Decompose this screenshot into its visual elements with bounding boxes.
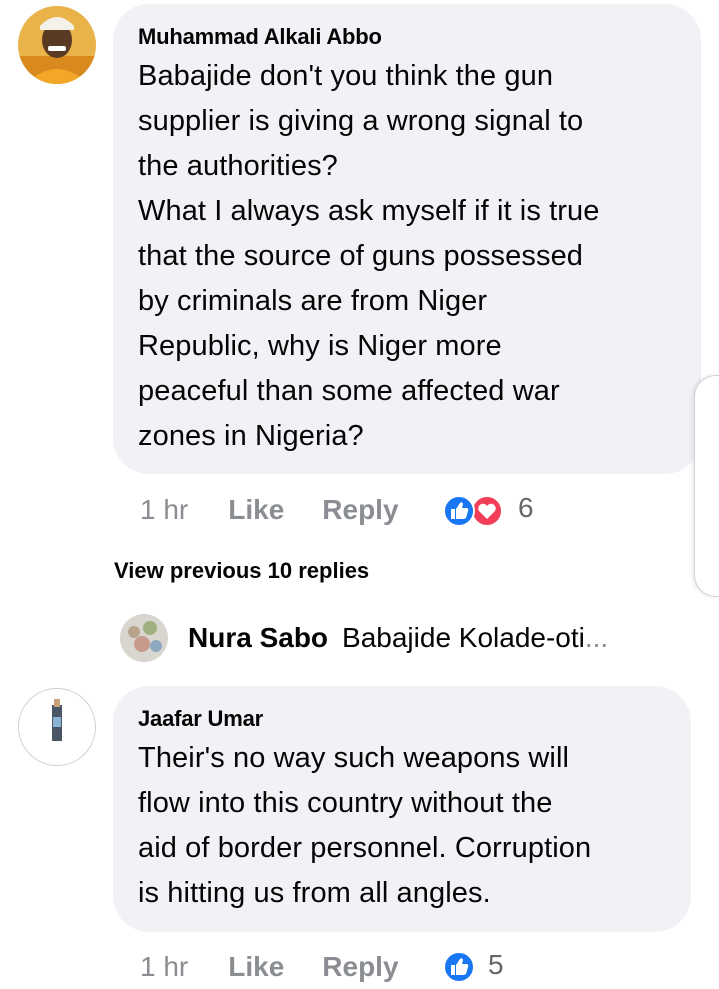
like-icon xyxy=(443,495,475,527)
comment-author[interactable]: Muhammad Alkali Abbo xyxy=(138,24,382,50)
comment-text: Babajide don't you think the gun supplie… xyxy=(138,60,600,452)
reply-snippet: Babajide Kolade-oti xyxy=(342,622,585,653)
like-button[interactable]: Like xyxy=(228,951,284,983)
like-icon xyxy=(443,951,475,983)
reply-ellipsis: ... xyxy=(584,622,609,653)
reply-button[interactable]: Reply xyxy=(322,494,398,526)
reaction-count[interactable]: 6 xyxy=(518,492,534,524)
view-previous-replies[interactable]: View previous 10 replies xyxy=(114,558,369,584)
reaction-count[interactable]: 5 xyxy=(488,949,504,981)
profile-photo-icon xyxy=(52,699,62,741)
like-button[interactable]: Like xyxy=(228,494,284,526)
comment-actions: 1 hr Like Reply xyxy=(140,490,399,530)
comment-time[interactable]: 1 hr xyxy=(140,951,188,983)
side-panel-tab[interactable] xyxy=(694,375,719,597)
comment-time[interactable]: 1 hr xyxy=(140,494,188,526)
reactions-summary[interactable] xyxy=(442,950,476,984)
profile-photo-icon xyxy=(18,6,96,84)
reply-preview[interactable]: Nura Sabo Babajide Kolade-oti... xyxy=(120,612,608,664)
comment-author[interactable]: Jaafar Umar xyxy=(138,706,263,732)
reply-author[interactable]: Nura Sabo xyxy=(188,622,328,654)
avatar-jaafar[interactable] xyxy=(18,688,96,766)
comment-actions: 1 hr Like Reply xyxy=(140,947,399,987)
comment-text: Their's no way such weapons will flow in… xyxy=(138,742,592,909)
reply-button[interactable]: Reply xyxy=(322,951,398,983)
reactions-summary[interactable] xyxy=(442,494,504,528)
avatar-muhammad[interactable] xyxy=(18,6,96,84)
love-icon xyxy=(471,495,503,527)
